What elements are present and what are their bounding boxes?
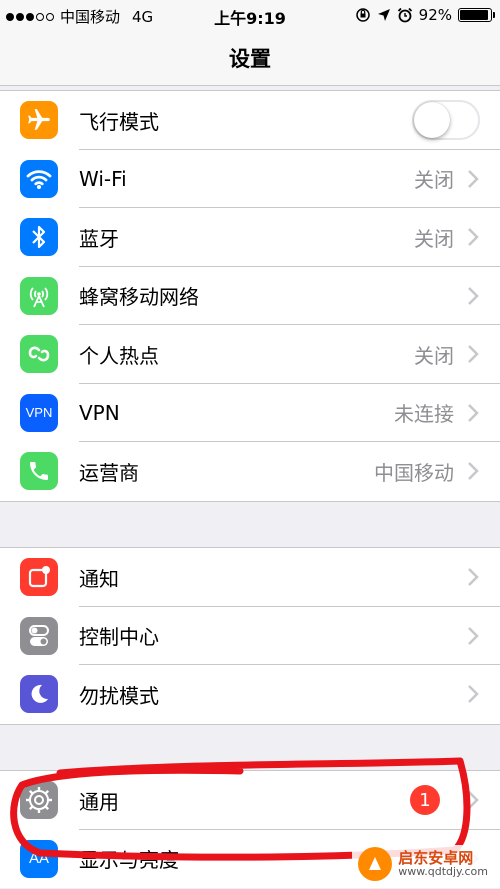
row-carrier[interactable]: 运营商 中国移动 bbox=[0, 442, 500, 501]
row-value: 未连接 bbox=[394, 402, 454, 427]
nav-bar: 设置 bbox=[0, 30, 500, 86]
orientation-lock-icon bbox=[355, 8, 370, 22]
row-value: 关闭 bbox=[414, 226, 454, 251]
row-value: 中国移动 bbox=[374, 460, 454, 485]
watermark-title: 启东安卓网 bbox=[398, 848, 474, 867]
row-notifications[interactable]: 通知 bbox=[0, 548, 500, 607]
row-label: 运营商 bbox=[79, 460, 139, 485]
row-value: 关闭 bbox=[414, 343, 454, 368]
settings-group-system: 通知 控制中心 勿扰模式 bbox=[0, 547, 500, 725]
row-do-not-disturb[interactable]: 勿扰模式 bbox=[0, 665, 500, 724]
airplane-icon bbox=[20, 101, 58, 140]
control-center-icon bbox=[20, 616, 58, 655]
row-label: 蜂窝移动网络 bbox=[79, 285, 199, 310]
chevron-right-icon bbox=[468, 169, 479, 188]
chevron-right-icon bbox=[468, 462, 479, 481]
row-vpn[interactable]: VPN VPN 未连接 bbox=[0, 384, 500, 442]
row-label: VPN bbox=[79, 400, 120, 425]
row-label: Wi-Fi bbox=[79, 166, 127, 191]
row-wifi[interactable]: Wi-Fi 关闭 bbox=[0, 150, 500, 208]
toggle-knob bbox=[414, 102, 450, 139]
watermark-logo-icon bbox=[358, 847, 393, 881]
vpn-icon: VPN bbox=[20, 393, 58, 432]
row-control-center[interactable]: 控制中心 bbox=[0, 607, 500, 665]
chevron-right-icon bbox=[468, 403, 479, 422]
chevron-right-icon bbox=[468, 568, 479, 587]
row-personal-hotspot[interactable]: 个人热点 关闭 bbox=[0, 325, 500, 384]
row-general[interactable]: 通用 1 bbox=[0, 771, 500, 830]
chevron-right-icon bbox=[468, 685, 479, 704]
row-value: 关闭 bbox=[414, 168, 454, 193]
status-bar: 中国移动 4G 上午9:19 92% bbox=[0, 0, 500, 30]
row-label: 勿扰模式 bbox=[79, 683, 159, 708]
phone-icon bbox=[20, 452, 58, 491]
chevron-right-icon bbox=[468, 228, 479, 247]
row-label: 蓝牙 bbox=[79, 226, 119, 251]
row-label: 通知 bbox=[79, 566, 119, 591]
location-icon bbox=[377, 9, 390, 21]
chevron-right-icon bbox=[468, 286, 479, 305]
battery-percent: 92% bbox=[418, 6, 452, 24]
chevron-right-icon bbox=[468, 626, 479, 645]
row-airplane-mode[interactable]: 飞行模式 bbox=[0, 91, 500, 150]
gear-icon bbox=[20, 781, 58, 820]
cellular-icon bbox=[20, 276, 58, 315]
row-label: 显示与亮度 bbox=[79, 848, 179, 873]
page-title: 设置 bbox=[229, 46, 271, 71]
chevron-right-icon bbox=[468, 791, 479, 810]
row-bluetooth[interactable]: 蓝牙 关闭 bbox=[0, 208, 500, 267]
row-cellular[interactable]: 蜂窝移动网络 bbox=[0, 267, 500, 325]
display-brightness-icon: AA bbox=[20, 839, 58, 878]
wifi-icon bbox=[20, 159, 58, 198]
watermark: 启东安卓网 www.qdtdjy.com bbox=[352, 845, 494, 883]
moon-icon bbox=[20, 675, 58, 714]
alarm-icon bbox=[397, 7, 412, 23]
row-label: 通用 bbox=[79, 789, 119, 814]
row-label: 飞行模式 bbox=[79, 109, 159, 134]
battery-icon bbox=[458, 8, 495, 22]
status-right: 92% bbox=[355, 6, 495, 24]
update-badge: 1 bbox=[410, 785, 440, 816]
chevron-right-icon bbox=[468, 345, 479, 364]
watermark-url: www.qdtdjy.com bbox=[398, 865, 488, 879]
notifications-icon bbox=[20, 558, 58, 597]
bluetooth-icon bbox=[20, 218, 58, 257]
airplane-mode-toggle[interactable] bbox=[412, 100, 480, 141]
settings-group-connectivity: 飞行模式 Wi-Fi 关闭 蓝牙 关闭 蜂窝移动网络 个人热点 关闭 VPN V… bbox=[0, 90, 500, 502]
hotspot-icon bbox=[20, 335, 58, 374]
row-label: 控制中心 bbox=[79, 625, 159, 650]
row-label: 个人热点 bbox=[79, 343, 159, 368]
